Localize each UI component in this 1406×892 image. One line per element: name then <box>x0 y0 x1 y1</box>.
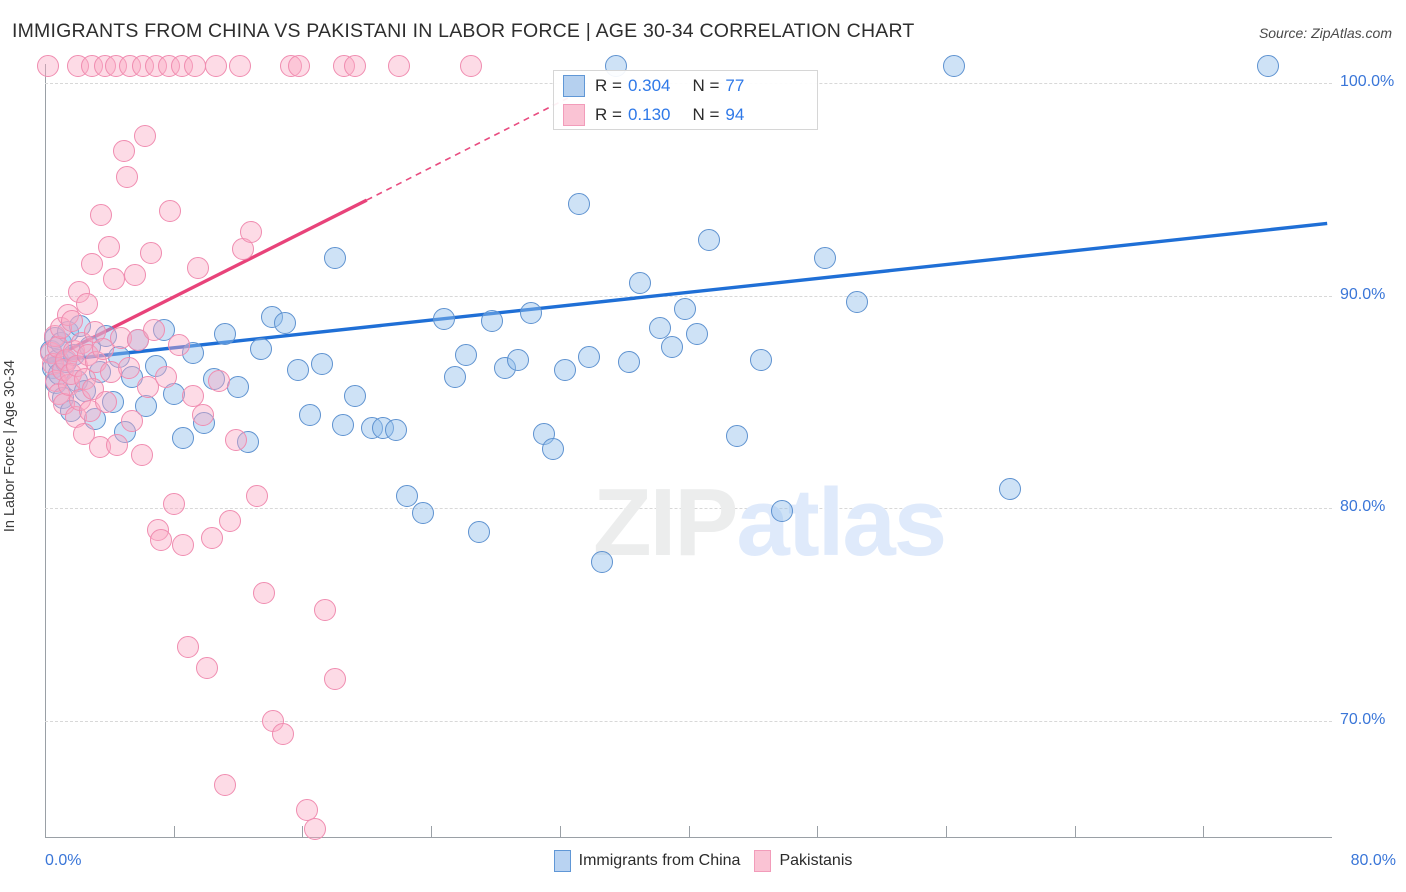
page-title: IMMIGRANTS FROM CHINA VS PAKISTANI IN LA… <box>12 20 915 42</box>
legend-item-pakistanis[interactable]: Pakistanis <box>754 850 852 872</box>
data-point[interactable] <box>80 252 103 275</box>
data-point[interactable] <box>674 297 697 320</box>
data-point[interactable] <box>106 433 129 456</box>
data-point[interactable] <box>412 501 435 524</box>
data-point[interactable] <box>395 484 418 507</box>
data-point[interactable] <box>103 267 126 290</box>
data-point[interactable] <box>323 667 346 690</box>
data-point[interactable] <box>553 359 576 382</box>
legend-swatch-china <box>553 850 571 872</box>
legend-item-china[interactable]: Immigrants from China <box>553 850 741 872</box>
stats-swatch-blue <box>563 75 585 97</box>
data-point[interactable] <box>191 403 214 426</box>
stats-n-value-2: 94 <box>725 105 745 124</box>
data-point[interactable] <box>239 220 262 243</box>
correlation-chart: IMMIGRANTS FROM CHINA VS PAKISTANI IN LA… <box>0 0 1406 892</box>
stats-r-label-1: R = <box>595 76 622 95</box>
data-point[interactable] <box>814 246 837 269</box>
data-point[interactable] <box>246 484 269 507</box>
correlation-stats-box: R = 0.304 N = 77 R = 0.130 N = 94 <box>553 70 818 130</box>
data-point[interactable] <box>149 529 172 552</box>
y-tick-label-100: 100.0% <box>1340 73 1395 91</box>
source-attribution: Source: ZipAtlas.com <box>1258 25 1392 41</box>
data-point[interactable] <box>130 444 153 467</box>
stats-row-china: R = 0.304 N = 77 <box>563 71 744 101</box>
stats-n-label-1: N = <box>692 76 720 95</box>
data-point[interactable] <box>1256 55 1279 78</box>
data-point[interactable] <box>154 365 177 388</box>
data-point[interactable] <box>183 55 206 78</box>
y-axis-title: In Labor Force | Age 30-34 <box>2 359 18 533</box>
data-point[interactable] <box>310 352 333 375</box>
legend: Immigrants from China Pakistanis <box>0 850 1406 872</box>
data-point[interactable] <box>331 414 354 437</box>
data-point[interactable] <box>432 308 455 331</box>
data-point[interactable] <box>725 425 748 448</box>
data-point[interactable] <box>219 510 241 533</box>
data-point[interactable] <box>75 293 98 316</box>
data-point[interactable] <box>117 357 140 380</box>
stats-n-value-1: 77 <box>725 76 745 95</box>
data-point[interactable] <box>617 350 640 373</box>
data-point[interactable] <box>506 348 529 371</box>
data-point[interactable] <box>186 257 209 280</box>
data-point[interactable] <box>444 365 467 388</box>
data-point[interactable] <box>286 359 309 382</box>
data-point[interactable] <box>519 301 542 324</box>
y-tick-label-80: 80.0% <box>1340 498 1386 516</box>
data-point[interactable] <box>116 165 139 188</box>
data-point[interactable] <box>120 410 143 433</box>
data-point[interactable] <box>167 333 190 356</box>
trendline-dashed-Pakistanis <box>366 97 569 201</box>
plot-area: ZIPatlas <box>37 55 1332 841</box>
data-point[interactable] <box>124 263 147 286</box>
data-point[interactable] <box>648 316 671 339</box>
data-point[interactable] <box>468 520 491 543</box>
data-point[interactable] <box>228 55 251 78</box>
legend-label-pakistanis: Pakistanis <box>779 852 853 869</box>
y-tick-label-90: 90.0% <box>1340 285 1386 303</box>
data-point[interactable] <box>207 369 230 392</box>
stats-row-pakistanis: R = 0.130 N = 94 <box>563 100 744 130</box>
data-point[interactable] <box>770 499 793 522</box>
data-point[interactable] <box>942 55 965 78</box>
legend-swatch-pakistanis <box>754 850 772 872</box>
data-point[interactable] <box>273 312 296 335</box>
data-point[interactable] <box>249 337 272 360</box>
trendlines <box>44 97 1328 364</box>
stats-swatch-pink <box>563 104 585 126</box>
data-point[interactable] <box>749 348 772 371</box>
data-point[interactable] <box>172 533 195 556</box>
data-point[interactable] <box>387 55 410 78</box>
data-point[interactable] <box>214 773 237 796</box>
data-point[interactable] <box>384 418 407 441</box>
data-point[interactable] <box>590 550 613 573</box>
data-point[interactable] <box>272 722 295 745</box>
stats-n-label-2: N = <box>692 105 720 124</box>
data-point[interactable] <box>133 125 156 148</box>
stats-r-value-1: 0.304 <box>627 76 671 95</box>
stats-r-label-2: R = <box>595 105 622 124</box>
data-point[interactable] <box>204 55 227 78</box>
data-point[interactable] <box>685 323 708 346</box>
y-tick-label-70: 70.0% <box>1340 711 1386 729</box>
data-point[interactable] <box>323 246 346 269</box>
data-point[interactable] <box>162 493 185 516</box>
legend-label-china: Immigrants from China <box>578 852 741 869</box>
stats-r-value-2: 0.130 <box>627 105 671 124</box>
data-point[interactable] <box>177 635 200 658</box>
data-point[interactable] <box>112 140 135 163</box>
